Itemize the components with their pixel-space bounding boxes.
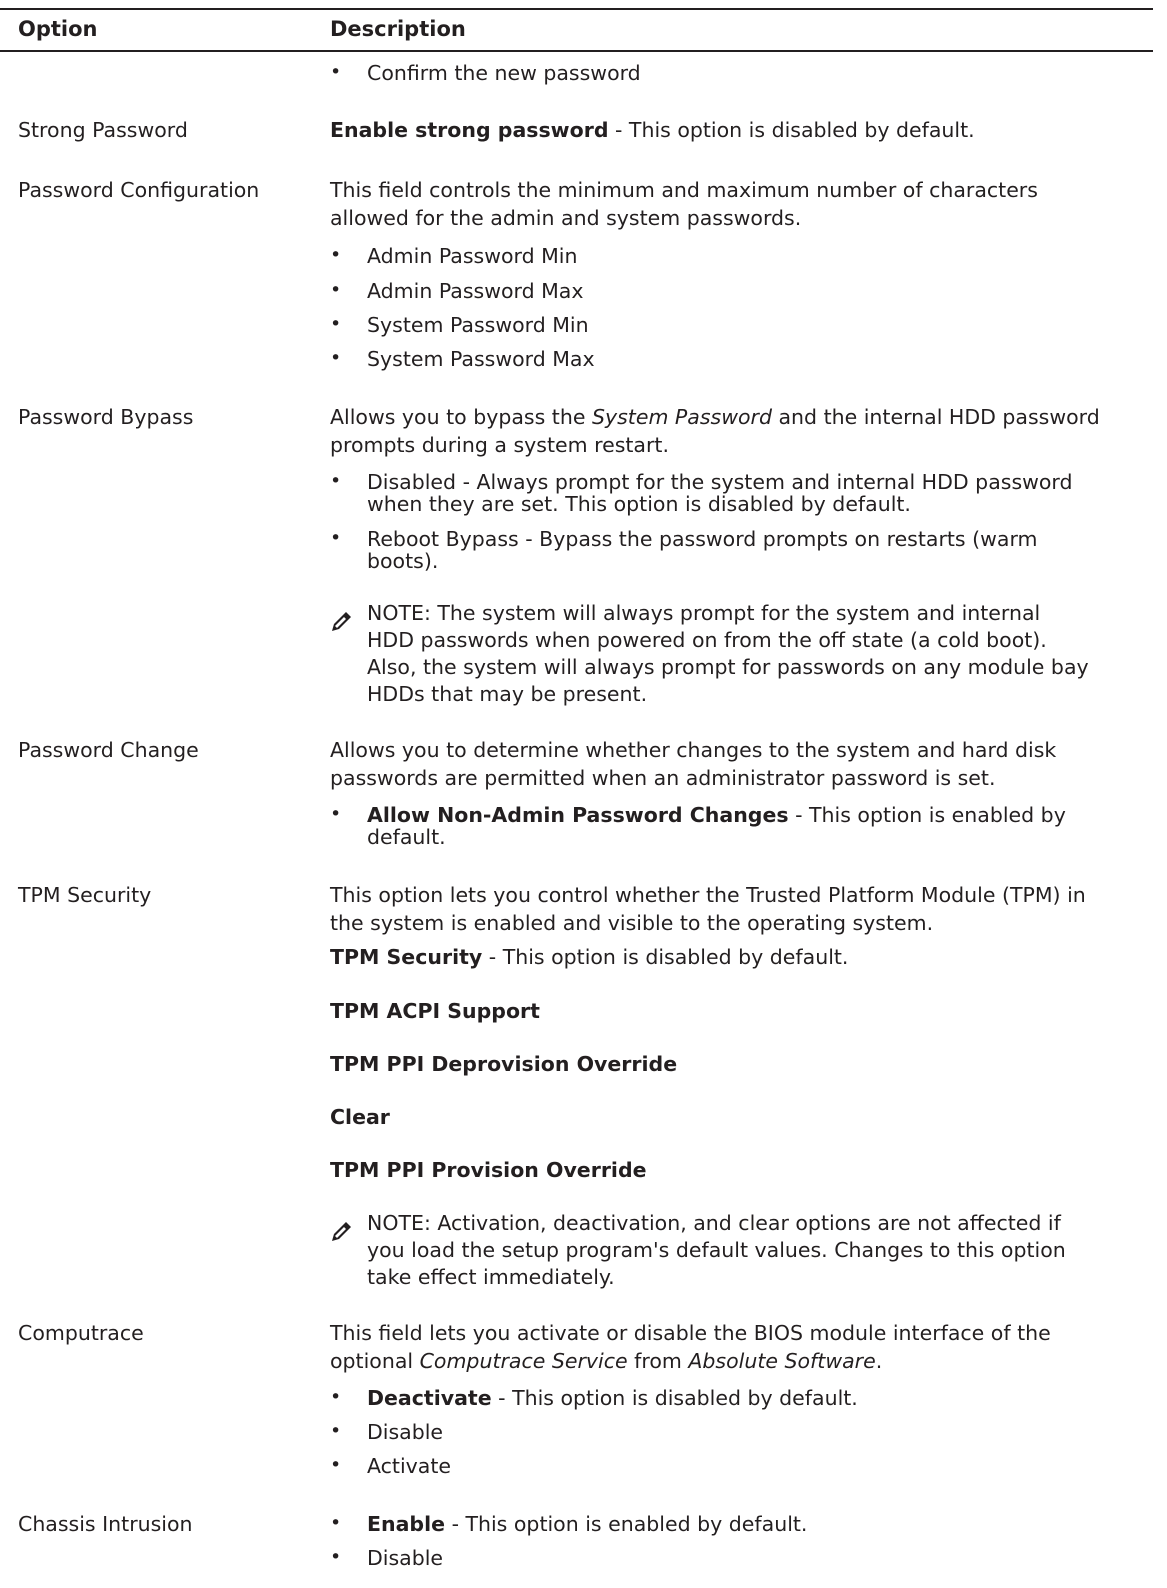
pwconfig-desc-2: allowed for the admin and system passwor… (330, 206, 802, 230)
pwconfig-desc-1: This field controls the minimum and maxi… (330, 178, 1038, 202)
bypass-note-4: HDDs that may be present. (367, 682, 648, 706)
bypass-desc-1: Allows you to bypass the System Password… (330, 405, 1100, 429)
tpm-note-3: take effect immediately. (367, 1265, 615, 1289)
option-computrace: Computrace (18, 1321, 144, 1345)
tpm-clear: Clear (330, 1105, 390, 1129)
option-password-change: Password Change (18, 738, 199, 762)
tpm-ppi-deprovision-override: TPM PPI Deprovision Override (330, 1052, 678, 1076)
option-tpm-security: TPM Security (18, 883, 152, 907)
bypass-note-1: NOTE: The system will always prompt for … (367, 601, 1041, 625)
tpm-security-setting: TPM Security - This option is disabled b… (330, 945, 849, 969)
option-chassis-intrusion: Chassis Intrusion (18, 1512, 193, 1536)
computrace-desc-2: optional Computrace Service from Absolut… (330, 1349, 883, 1373)
tpm-note-1: NOTE: Activation, deactivation, and clea… (367, 1211, 1061, 1235)
tpm-desc-1: This option lets you control whether the… (330, 883, 1086, 907)
option-password-configuration: Password Configuration (18, 178, 260, 202)
bypass-desc-2: prompts during a system restart. (330, 433, 669, 457)
tpm-desc-2: the system is enabled and visible to the… (330, 911, 934, 935)
tpm-ppi-provision-override: TPM PPI Provision Override (330, 1158, 647, 1182)
option-strong-password: Strong Password (18, 118, 188, 142)
option-password-bypass: Password Bypass (18, 405, 194, 429)
tpm-acpi-support: TPM ACPI Support (330, 999, 540, 1023)
header-description: Description (330, 17, 466, 41)
bypass-note-3: Also, the system will always prompt for … (367, 655, 1089, 679)
note-pencil-icon (332, 1222, 351, 1241)
header-option: Option (18, 17, 98, 41)
note-pencil-icon (332, 612, 351, 631)
computrace-desc-1: This field lets you activate or disable … (330, 1321, 1051, 1345)
table-header: Option Description (0, 8, 1153, 52)
strong-password-desc: Enable strong password - This option is … (330, 118, 975, 142)
change-desc-2: passwords are permitted when an administ… (330, 766, 996, 790)
bypass-note-2: HDD passwords when powered on from the o… (367, 628, 1047, 652)
tpm-note-2: you load the setup program's default val… (367, 1238, 1066, 1262)
change-desc-1: Allows you to determine whether changes … (330, 738, 1057, 762)
